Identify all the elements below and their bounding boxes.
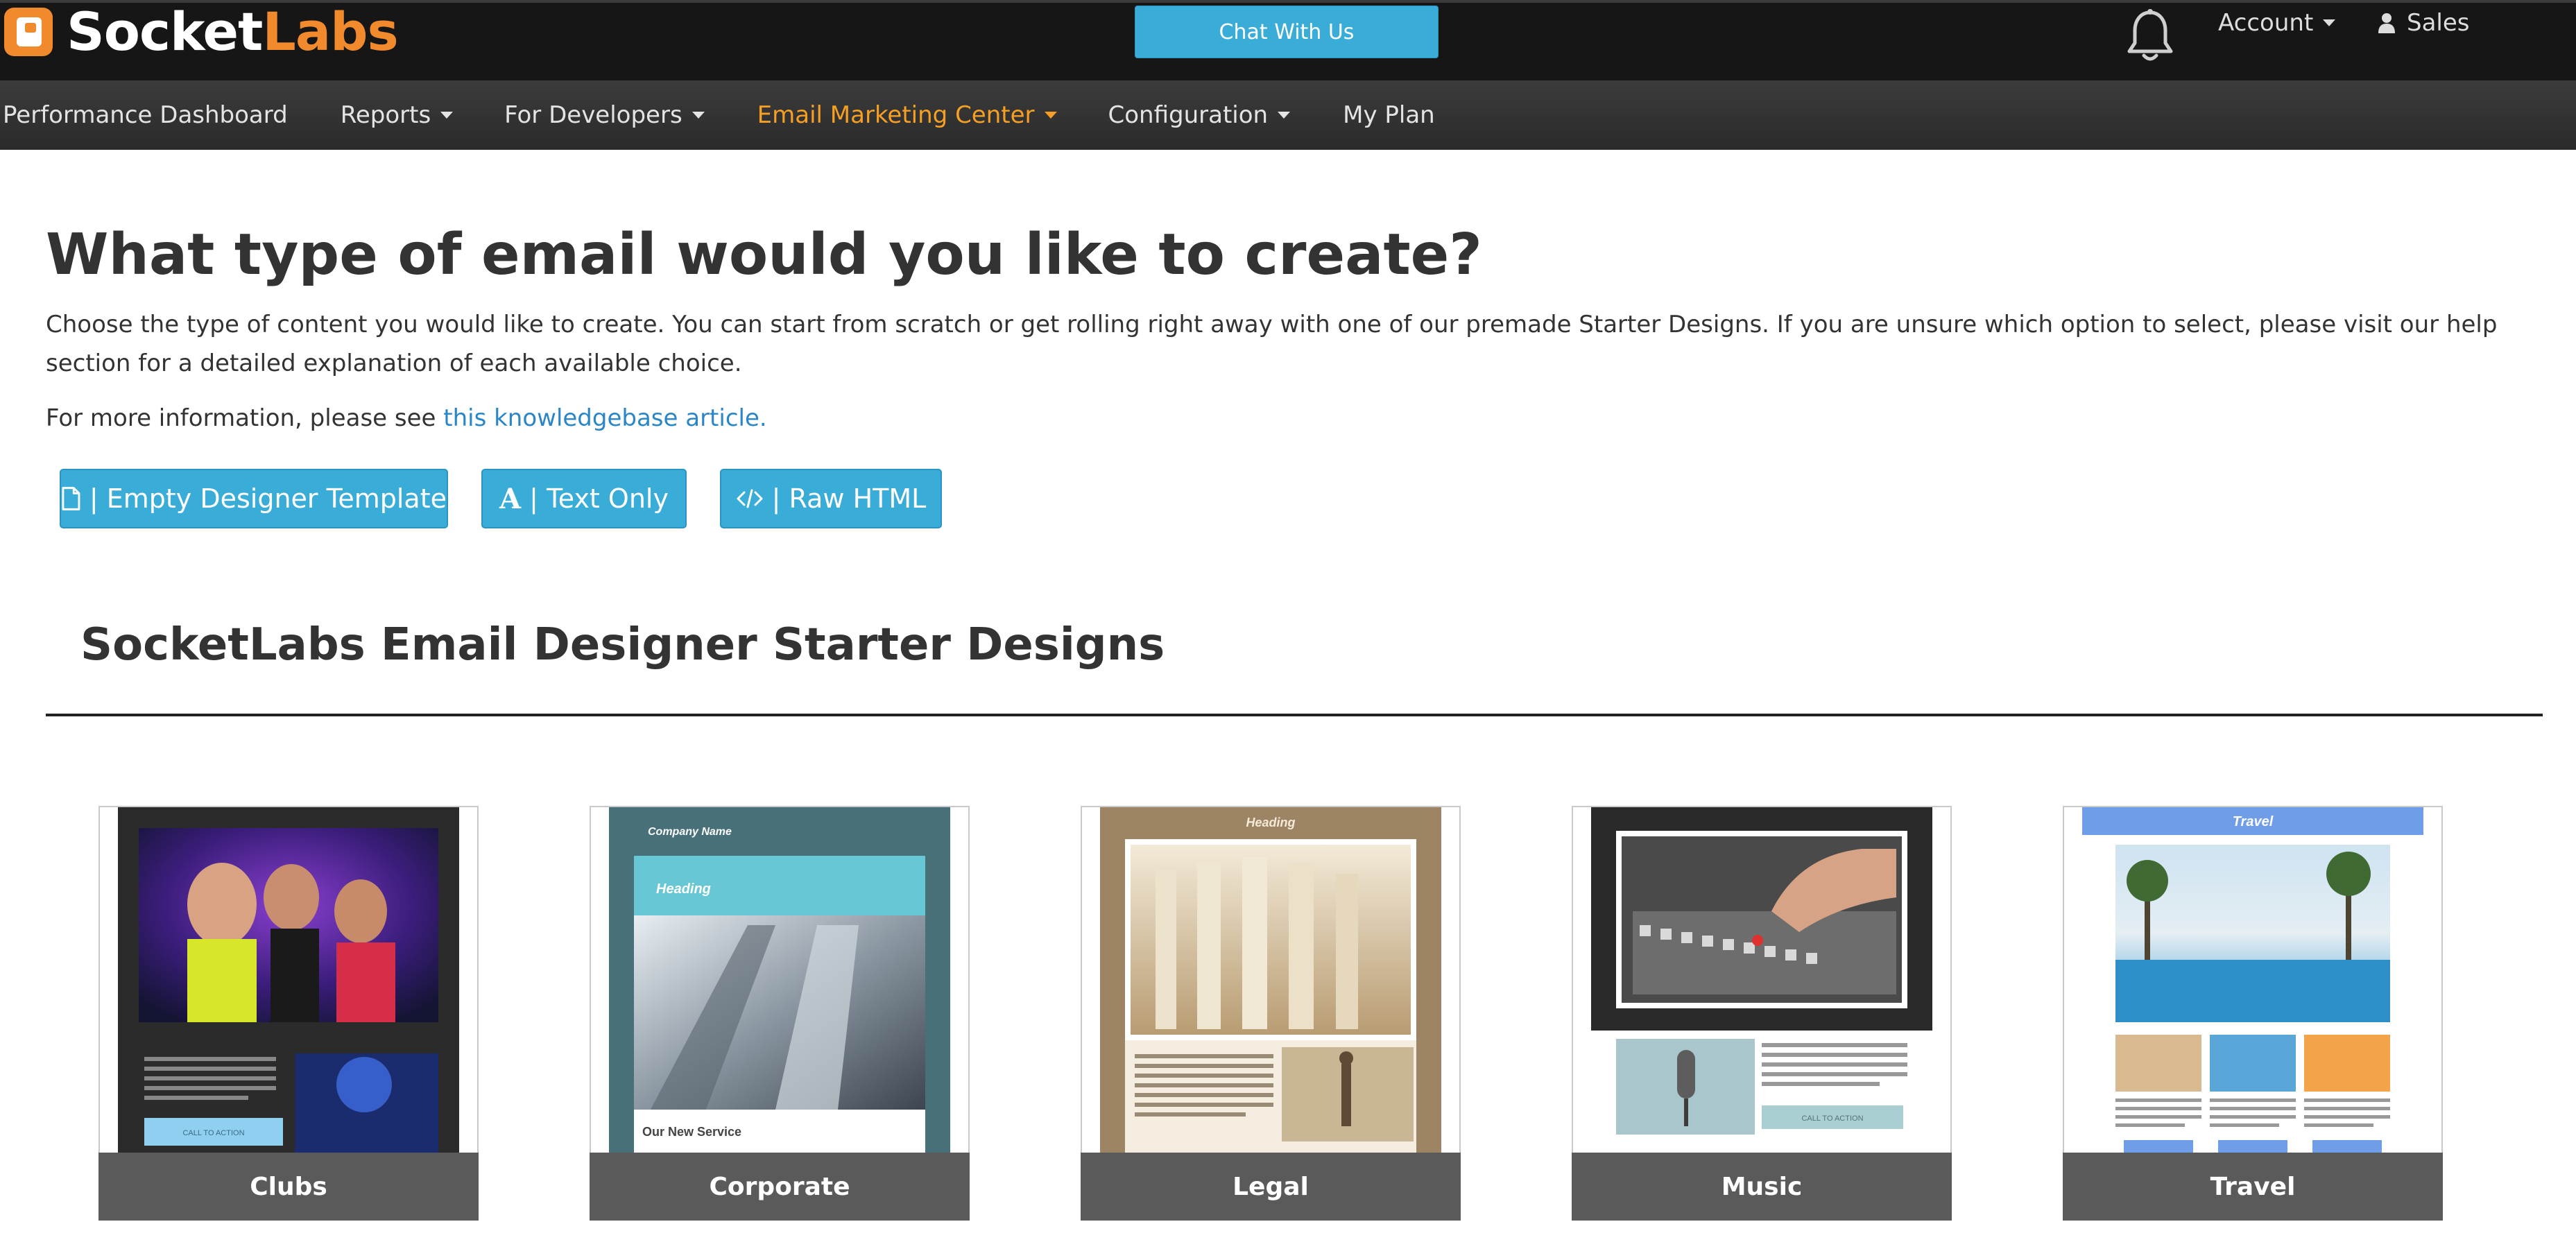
chat-with-us-button[interactable]: Chat With Us [1135, 6, 1439, 58]
chevron-down-icon [692, 112, 705, 119]
svg-text:Heading: Heading [1246, 816, 1295, 829]
travel-thumbnail: Travel [2082, 807, 2423, 1153]
starter-designs-title: SocketLabs Email Designer Starter Design… [80, 619, 1165, 671]
nav-label: My Plan [1343, 101, 1435, 129]
logo-mark-icon [4, 8, 53, 56]
legal-thumbnail: Heading [1100, 807, 1441, 1153]
starter-card-legal[interactable]: Heading Legal [1081, 806, 1461, 1221]
raw-html-button[interactable]: | Raw HTML [720, 469, 942, 528]
document-icon [62, 487, 80, 510]
knowledgebase-link[interactable]: this knowledgebase article. [443, 404, 766, 432]
text-only-button[interactable]: A | Text Only [481, 469, 687, 528]
nav-label: Reports [340, 101, 431, 129]
user-menu[interactable]: Sales [2378, 6, 2470, 40]
nav-my-plan[interactable]: My Plan [1343, 80, 1435, 150]
corporate-thumbnail: Company Name Heading Our New Service [609, 807, 950, 1153]
info-text: For more information, please see this kn… [46, 401, 767, 436]
card-label: Clubs [98, 1153, 479, 1221]
socketlabs-logo[interactable]: SocketLabs [4, 1, 399, 62]
nav-label: Performance Dashboard [3, 101, 288, 129]
chevron-down-icon [2323, 19, 2336, 26]
starter-card-corporate[interactable]: Company Name Heading Our New Service Cor… [590, 806, 970, 1221]
account-label: Account [2218, 9, 2314, 37]
font-icon: A [499, 482, 522, 515]
page-title: What type of email would you like to cre… [46, 222, 1482, 288]
nav-reports[interactable]: Reports [340, 80, 454, 150]
empty-designer-template-button[interactable]: | Empty Designer Template [60, 469, 448, 528]
section-divider [46, 714, 2543, 716]
starter-card-travel[interactable]: Travel Travel [2063, 806, 2443, 1221]
card-label: Legal [1081, 1153, 1461, 1221]
notification-bell-icon[interactable] [2125, 8, 2175, 64]
info-prefix: For more information, please see [46, 404, 444, 432]
starter-card-clubs[interactable]: CALL TO ACTION Clubs [98, 806, 479, 1221]
nav-for-developers[interactable]: For Developers [504, 80, 705, 150]
nav-performance-dashboard[interactable]: Performance Dashboard [3, 80, 288, 150]
clubs-thumbnail: CALL TO ACTION [118, 807, 459, 1153]
nav-configuration[interactable]: Configuration [1108, 80, 1291, 150]
user-label: Sales [2407, 9, 2470, 37]
top-bar: SocketLabs Chat With Us Account Sales [0, 0, 2576, 80]
nav-label: Email Marketing Center [757, 101, 1035, 129]
chevron-down-icon [440, 112, 454, 119]
starter-card-music[interactable]: CALL TO ACTION Music [1572, 806, 1952, 1221]
button-label: | Text Only [529, 483, 669, 514]
svg-text:Heading: Heading [656, 881, 711, 897]
chevron-down-icon [1044, 112, 1057, 119]
svg-text:CALL TO ACTION: CALL TO ACTION [1801, 1114, 1863, 1123]
button-label: | Empty Designer Template [89, 483, 447, 514]
card-label: Corporate [590, 1153, 970, 1221]
card-label: Music [1572, 1153, 1952, 1221]
button-label: | Raw HTML [771, 483, 927, 514]
svg-text:Travel: Travel [2233, 814, 2274, 829]
main-nav: Performance Dashboard Reports For Develo… [0, 80, 2576, 150]
user-icon [2378, 13, 2395, 33]
chevron-down-icon [1278, 112, 1291, 119]
svg-text:Company Name: Company Name [648, 826, 732, 838]
logo-text: SocketLabs [67, 1, 399, 62]
card-label: Travel [2063, 1153, 2443, 1221]
svg-text:Our New Service: Our New Service [642, 1125, 741, 1139]
nav-label: For Developers [504, 101, 682, 129]
nav-label: Configuration [1108, 101, 1269, 129]
music-thumbnail: CALL TO ACTION [1591, 807, 1932, 1153]
page-description: Choose the type of content you would lik… [46, 311, 2498, 377]
nav-email-marketing-center[interactable]: Email Marketing Center [757, 80, 1057, 150]
account-menu[interactable]: Account [2218, 6, 2336, 40]
code-icon [737, 489, 763, 508]
clubs-cta-text: CALL TO ACTION [182, 1129, 244, 1137]
